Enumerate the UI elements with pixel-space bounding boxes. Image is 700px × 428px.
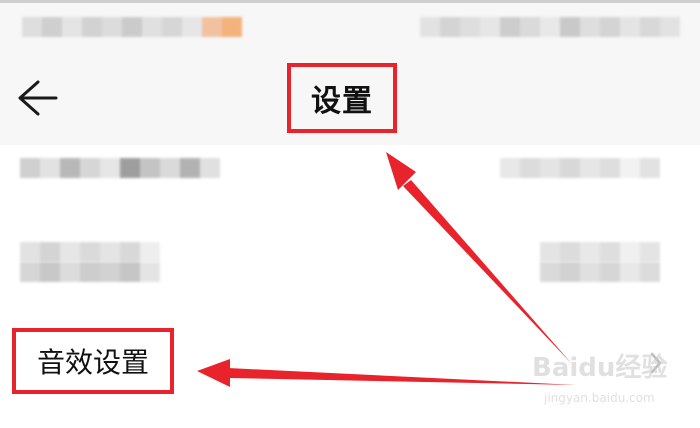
- setting-row-blurred-2[interactable]: [0, 228, 700, 288]
- title-highlight-box: 设置: [287, 63, 397, 133]
- watermark: Baidu经验 jingyan.baidu.com: [532, 345, 692, 415]
- blurred-row-1-label: [20, 158, 220, 178]
- blurred-row-2-label: [20, 242, 160, 262]
- blurred-row-2-sub: [20, 262, 160, 282]
- arrow-left-icon: [18, 80, 58, 116]
- watermark-brand: Baidu经验: [532, 353, 668, 383]
- sound-effects-highlight-box: 音效设置: [12, 328, 174, 394]
- page-title: 设置: [311, 84, 373, 119]
- blurred-row-1-value: [500, 158, 660, 178]
- blurred-status-right: [420, 17, 680, 37]
- watermark-url: jingyan.baidu.com: [544, 391, 655, 405]
- blurred-status-left: [22, 17, 242, 37]
- status-bar: [0, 3, 700, 55]
- blurred-row-2-value: [540, 242, 660, 262]
- setting-row-blurred-1[interactable]: [0, 140, 700, 200]
- sound-effects-label: 音效设置: [36, 346, 149, 379]
- blurred-row-2-value-sub: [540, 262, 660, 282]
- back-button[interactable]: [14, 78, 60, 118]
